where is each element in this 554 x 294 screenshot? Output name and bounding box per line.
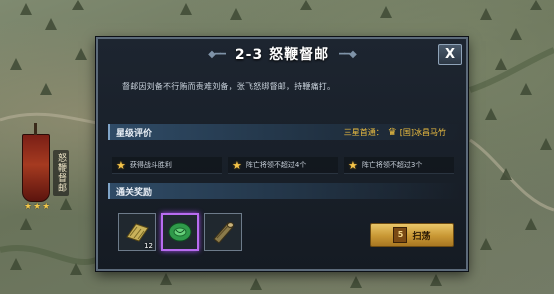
reward-item-wood[interactable] bbox=[204, 213, 242, 251]
star-condition-text: 阵亡将领不超过3个 bbox=[361, 161, 423, 169]
reward-count: 12 bbox=[144, 242, 153, 250]
dialog-title: 2-3 怒鞭督邮 bbox=[234, 47, 330, 63]
first-pass-info: 三星首通： ♛ [国]冰昌马竹 bbox=[344, 124, 446, 140]
sweep-button[interactable]: 5 扫荡 bbox=[370, 223, 454, 247]
star-rating-header: 星级评价 三星首通： ♛ [国]冰昌马竹 bbox=[108, 124, 460, 140]
stage-banner-label: 怒鞭督邮 bbox=[53, 150, 69, 196]
stage-detail-dialog: ◆━━ 2-3 怒鞭督邮 ━━◆ X 督邮因刘备不行贿而责难刘备，张飞怒绑督邮，… bbox=[96, 37, 468, 271]
sweep-count-icon: 5 bbox=[393, 227, 408, 243]
stage-banner-stars: ★★★ bbox=[24, 202, 52, 212]
star-condition-2: ★ 阵亡将领不超过4个 bbox=[228, 157, 338, 174]
star-rating-title: 星级评价 bbox=[116, 128, 153, 139]
star-condition-text: 获得战斗胜利 bbox=[129, 161, 172, 169]
star-icon: ★ bbox=[348, 158, 358, 172]
jade-disc-icon bbox=[168, 222, 192, 242]
star-condition-text: 阵亡将领不超过4个 bbox=[245, 161, 307, 169]
star-conditions: ★ 获得战斗胜利 ★ 阵亡将领不超过4个 ★ 阵亡将领不超过3个 bbox=[112, 157, 454, 174]
reward-item-scroll[interactable]: 12 bbox=[118, 213, 156, 251]
banner-pole bbox=[34, 123, 37, 135]
sweep-label: 扫荡 bbox=[412, 231, 431, 242]
title-ornament-left-icon: ◆━━ bbox=[208, 48, 226, 60]
star-condition-1: ★ 获得战斗胜利 bbox=[112, 157, 222, 174]
title-ornament-right-icon: ━━◆ bbox=[339, 48, 357, 60]
wood-log-icon bbox=[213, 222, 234, 244]
close-button[interactable]: X bbox=[438, 44, 462, 65]
first-pass-label: 三星首通： bbox=[343, 127, 384, 137]
stage-description: 督邮因刘备不行贿而责难刘备，张飞怒绑督邮，持鞭痛打。 bbox=[122, 82, 336, 91]
reward-item-jade[interactable] bbox=[161, 213, 199, 251]
star-icon: ★ bbox=[116, 158, 126, 172]
stage-banner-flag[interactable] bbox=[22, 123, 50, 202]
first-pass-player[interactable]: [国]冰昌马竹 bbox=[400, 127, 446, 138]
star-icon: ★ bbox=[232, 158, 242, 172]
star-condition-3: ★ 阵亡将领不超过3个 bbox=[344, 157, 454, 174]
rewards-title: 通关奖励 bbox=[116, 187, 153, 198]
rewards-header: 通关奖励 bbox=[108, 183, 460, 199]
reward-items: 12 bbox=[118, 213, 247, 251]
crown-icon: ♛ bbox=[387, 126, 397, 138]
dialog-title-bar: ◆━━ 2-3 怒鞭督邮 ━━◆ bbox=[98, 39, 466, 69]
